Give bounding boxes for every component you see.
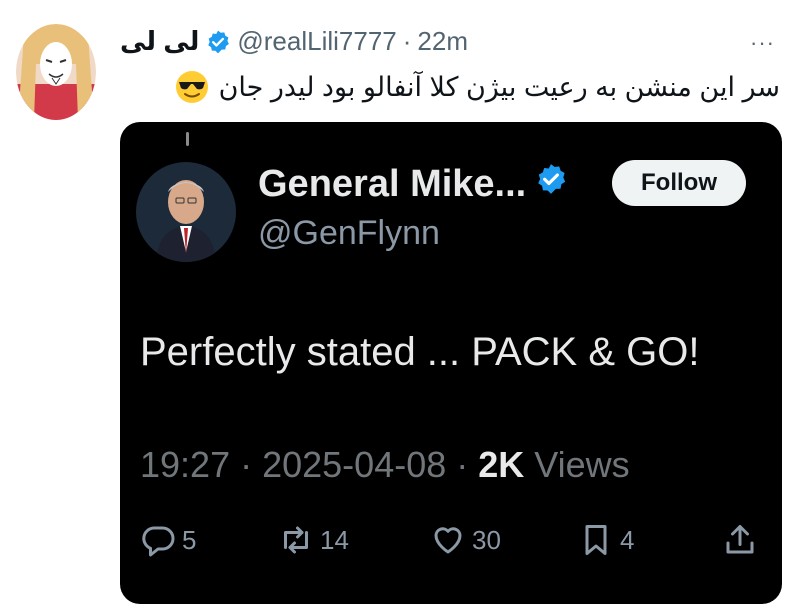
- views-label: Views: [524, 444, 630, 485]
- share-action[interactable]: [722, 522, 758, 558]
- action-bar: 5 14 30 4: [140, 522, 762, 572]
- meta-separator: ·: [230, 444, 263, 485]
- views-count: 2K: [478, 444, 525, 485]
- quoted-post-card[interactable]: General Mike... @GenFlynn Follow Perfect…: [120, 122, 782, 604]
- quoted-author-name-row: General Mike...: [258, 162, 568, 206]
- quoted-author-avatar[interactable]: [136, 162, 236, 262]
- quoted-post-meta: 19:27 · 2025-04-08 · 2K Views: [140, 444, 630, 486]
- post-time[interactable]: 22m: [417, 26, 468, 57]
- sunglasses-emoji-icon: [175, 70, 209, 104]
- quoted-post-time[interactable]: 19:27: [140, 444, 230, 485]
- like-count: 30: [472, 524, 501, 555]
- meta-separator: ·: [446, 444, 479, 485]
- share-icon: [726, 525, 754, 554]
- bookmark-icon: [585, 525, 607, 555]
- quoted-author-handle[interactable]: @GenFlynn: [258, 214, 440, 253]
- heart-icon: [434, 527, 462, 554]
- verified-badge-icon: [534, 162, 568, 206]
- post-text-row: سر این منشن به رعیت بیژن کلا آنفالو بود …: [175, 70, 780, 104]
- post-text: سر این منشن به رعیت بیژن کلا آنفالو بود …: [218, 71, 780, 102]
- verified-badge-icon: [205, 29, 231, 55]
- post-header: لی لی @realLili7777 · 22m: [120, 26, 468, 57]
- quoted-post-date[interactable]: 2025-04-08: [262, 444, 446, 485]
- thread-line: [186, 132, 189, 146]
- reply-icon: [142, 526, 175, 557]
- author-avatar[interactable]: [16, 24, 96, 120]
- author-name[interactable]: لی لی: [120, 26, 199, 57]
- repost-icon: [284, 526, 308, 554]
- more-options-icon[interactable]: ···: [750, 30, 775, 56]
- follow-button[interactable]: Follow: [612, 160, 746, 206]
- author-handle[interactable]: @realLili7777: [237, 26, 396, 57]
- reply-action[interactable]: 5: [140, 522, 196, 558]
- bookmark-count: 4: [620, 524, 635, 555]
- like-action[interactable]: 30: [430, 522, 501, 558]
- repost-count: 14: [320, 524, 349, 555]
- bookmark-action[interactable]: 4: [578, 522, 634, 558]
- quoted-post-text: Perfectly stated ... PACK & GO!: [140, 330, 700, 374]
- separator-dot: ·: [402, 26, 412, 56]
- reply-count: 5: [182, 524, 197, 555]
- quoted-author-name[interactable]: General Mike...: [258, 163, 526, 206]
- repost-action[interactable]: 14: [278, 522, 349, 558]
